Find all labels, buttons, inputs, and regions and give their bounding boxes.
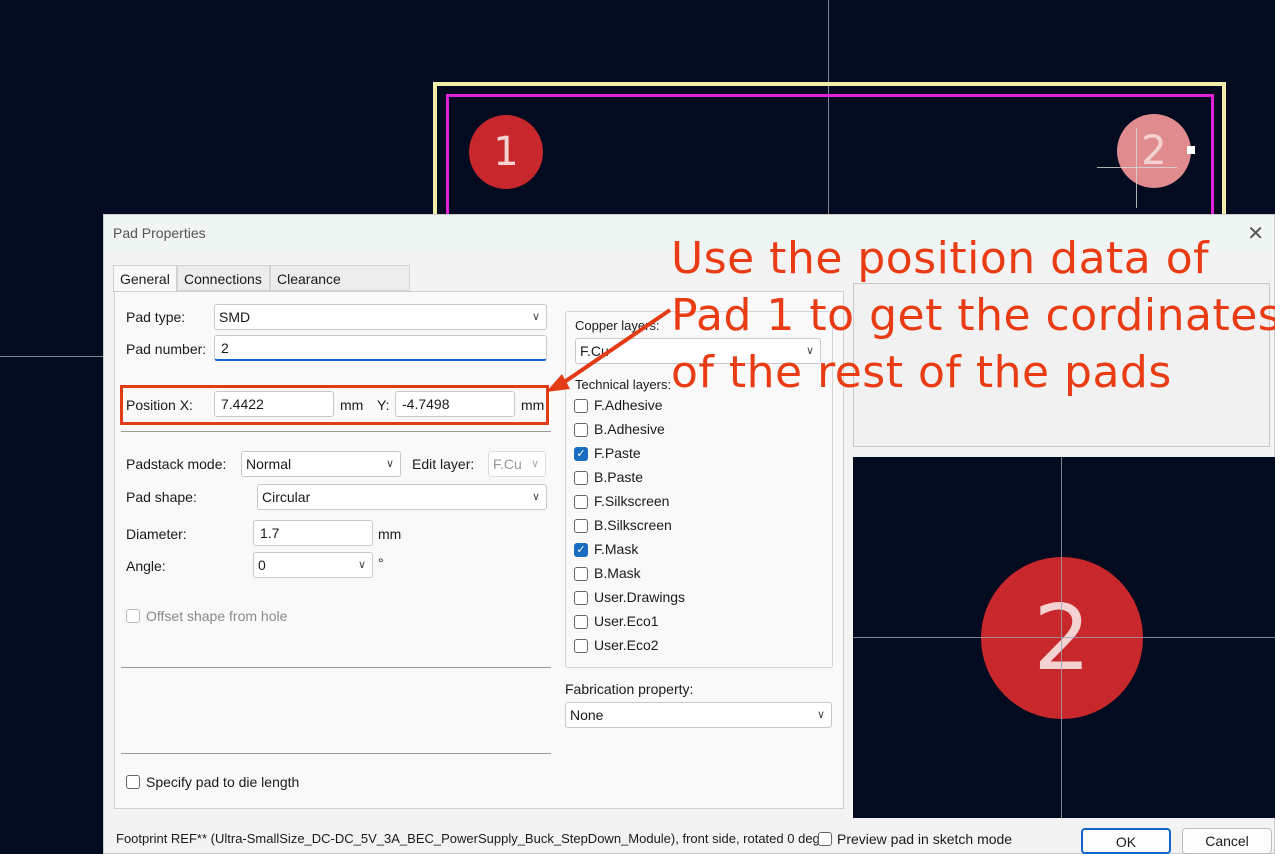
annotation-arrow [546,308,672,392]
annotation-text: Use the position data of Pad 1 to get th… [671,230,1275,401]
annotation-line-3: of the rest of the pads [671,347,1172,398]
annotation-line-1: Use the position data of [671,233,1210,284]
annotation-line-2: Pad 1 to get the cordinates [671,290,1275,341]
